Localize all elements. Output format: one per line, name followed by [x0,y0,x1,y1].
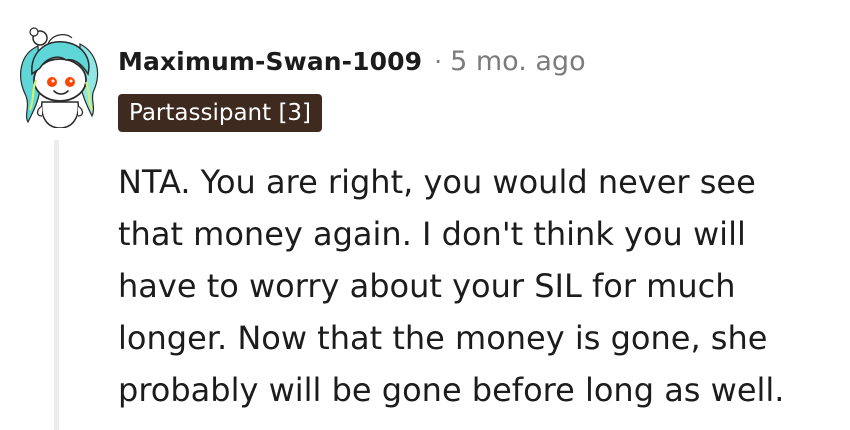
comment-body: NTA. You are right, you would never see … [118,156,818,416]
user-flair-badge: Partassipant [3] [118,94,323,132]
meta-separator: · [434,46,443,76]
comment-text-line: NTA. You are right, you would never see [118,163,756,201]
comment-timestamp[interactable]: 5 mo. ago [450,46,585,77]
thread-collapse-line[interactable] [54,140,59,430]
comment-text-line: have to worry about your SIL for much [118,267,736,305]
user-avatar[interactable] [12,24,104,129]
comment-text-line: that money again. I don't think you will [118,215,746,253]
author-username-link[interactable]: Maximum-Swan-1009 [118,47,422,76]
comment-meta: Maximum-Swan-1009 · 5 mo. ago [118,40,586,82]
comment-text-line: probably will be gone before long as wel… [118,371,785,409]
snoo-avatar-icon [20,27,99,129]
comment-text-line: longer. Now that the money is gone, she [118,319,768,357]
